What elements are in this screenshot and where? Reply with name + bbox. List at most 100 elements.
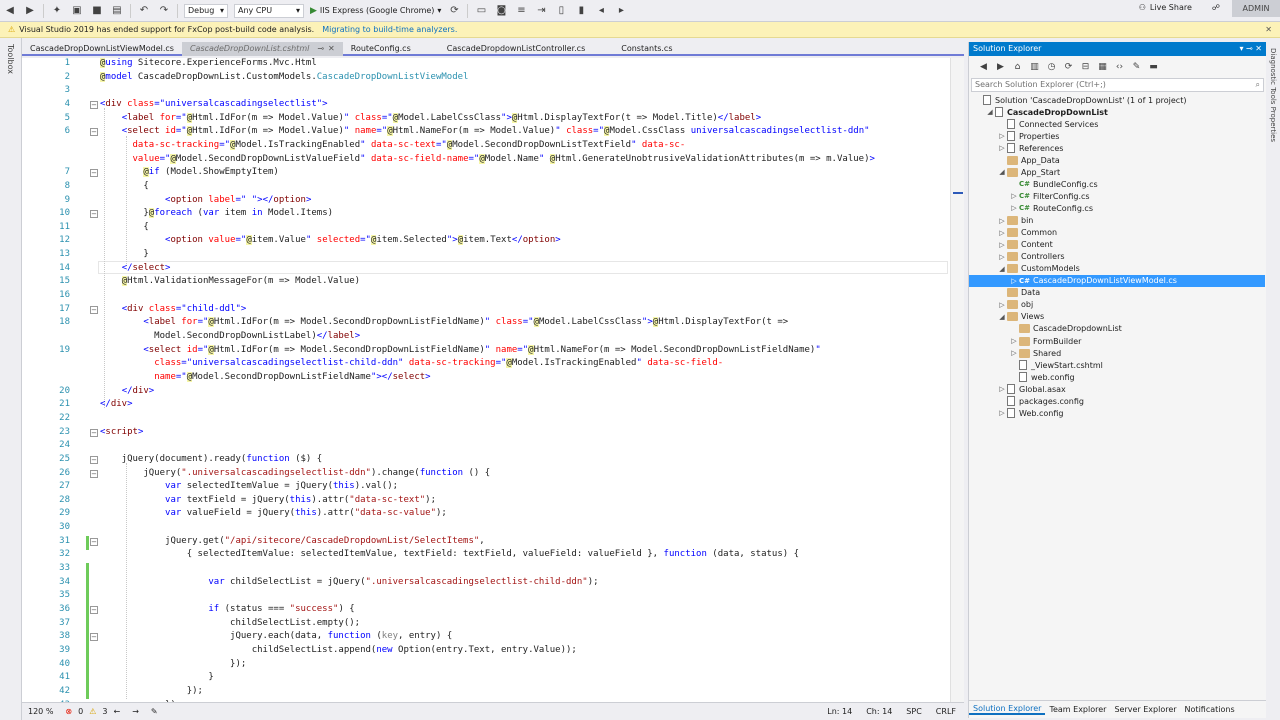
collapse-icon[interactable]: − [90, 128, 98, 137]
tree-node[interactable]: ▷ Content [969, 239, 1265, 251]
nav-back-icon[interactable]: ← [113, 707, 120, 716]
code-line[interactable]: </div> [100, 386, 155, 396]
pin-icon[interactable]: ⊸ [1246, 44, 1253, 53]
collapsed-arrow-icon[interactable]: ▷ [997, 132, 1007, 140]
collapsed-arrow-icon[interactable]: ▷ [997, 241, 1007, 249]
tab-team-explorer[interactable]: Team Explorer [1045, 705, 1110, 714]
code-line[interactable]: childSelectList.empty(); [100, 618, 360, 628]
dropdown-icon[interactable]: ▾ [1239, 44, 1243, 53]
line-ending[interactable]: CRLF [936, 707, 956, 716]
collapsed-arrow-icon[interactable]: ▷ [997, 144, 1007, 152]
user-badge[interactable]: ADMIN [1232, 0, 1280, 17]
tree-node[interactable]: App_Data [969, 154, 1265, 166]
code-line[interactable]: var childSelectList = jQuery(".universal… [100, 577, 598, 587]
collapsed-arrow-icon[interactable]: ▷ [997, 217, 1007, 225]
bookmark-prev-icon[interactable]: ◂ [593, 3, 609, 19]
info-link[interactable]: Migrating to build-time analyzers. [322, 25, 457, 34]
tree-node[interactable]: ◢ Views [969, 311, 1265, 323]
code-line[interactable]: class="universalcascadingselectlist-chil… [100, 358, 723, 369]
code-line[interactable]: <label for="@Html.IdFor(m => Model.Value… [100, 112, 761, 123]
tree-node[interactable]: Connected Services [969, 118, 1265, 130]
code-editor[interactable]: 1 @using Sitecore.ExperienceForms.Mvc.Htm… [22, 58, 964, 702]
screenshot-icon[interactable]: ◙ [493, 3, 509, 19]
code-line[interactable]: <div class="child-ddl"> [100, 304, 247, 314]
bookmark-icon[interactable]: ▮ [573, 3, 589, 19]
collapsed-arrow-icon[interactable]: ▷ [1009, 277, 1019, 285]
collapse-icon[interactable]: − [90, 428, 98, 437]
code-line[interactable]: }); [100, 686, 203, 696]
platform-select[interactable]: Any CPU ▾ [234, 3, 304, 18]
collapse-icon[interactable]: − [90, 537, 98, 546]
code-line[interactable]: var valueField = jQuery(this).attr("data… [100, 508, 447, 518]
code-line[interactable]: childSelectList.append(new Option(entry.… [100, 645, 577, 655]
properties-icon[interactable]: ✎ [1130, 61, 1143, 74]
collapse-icon[interactable]: − [90, 305, 98, 314]
collapse-icon[interactable]: − [90, 210, 98, 219]
expanded-arrow-icon[interactable]: ◢ [997, 313, 1007, 321]
code-line[interactable]: <div class="universalcascadingselectlist… [100, 99, 328, 109]
nav-forward-icon[interactable]: → [132, 707, 139, 716]
collapse-icon[interactable]: − [90, 455, 98, 464]
tree-node[interactable]: ◢ App_Start [969, 166, 1265, 178]
tree-node[interactable]: ▷ C# FilterConfig.cs [969, 190, 1265, 202]
collapsed-arrow-icon[interactable]: ▷ [997, 385, 1007, 393]
back-icon[interactable]: ◀ [977, 61, 990, 74]
refresh-icon[interactable]: ⟳ [446, 3, 462, 19]
code-line[interactable]: var textField = jQuery(this).attr("data-… [100, 495, 436, 505]
code-line[interactable]: <select id="@Html.IdFor(m => Model.Value… [100, 126, 870, 137]
tab-controller[interactable]: CascadeDropdownListController.cs [439, 42, 594, 56]
warning-count[interactable]: 3 [102, 707, 107, 716]
undo-icon[interactable]: ↶ [136, 3, 152, 19]
tree-node[interactable]: ▷ Properties [969, 130, 1265, 142]
tab-solution-explorer[interactable]: Solution Explorer [969, 704, 1046, 715]
code-line[interactable]: <label for="@Html.IdFor(m => Model.Secon… [100, 317, 788, 328]
code-line[interactable]: name="@Model.SecondDropDownListFieldName… [100, 371, 431, 382]
zoom-level[interactable]: 120 % [28, 707, 53, 716]
code-line[interactable]: @Html.ValidationMessageFor(m => Model.Va… [100, 276, 360, 287]
collapsed-arrow-icon[interactable]: ▷ [997, 253, 1007, 261]
code-line[interactable]: }); [100, 659, 246, 669]
tree-node[interactable]: Data [969, 287, 1265, 299]
expanded-arrow-icon[interactable]: ◢ [997, 168, 1007, 176]
code-line[interactable]: value="@Model.SecondDropDownListValueFie… [100, 153, 875, 164]
solution-search-input[interactable]: Search Solution Explorer (Ctrl+;) ⌕ [971, 78, 1264, 92]
tree-node[interactable]: ▷ Global.asax [969, 383, 1265, 395]
pin-icon[interactable]: ⊸ [317, 44, 324, 53]
tree-node[interactable]: ▷ Common [969, 227, 1265, 239]
run-button[interactable]: ▶ IIS Express (Google Chrome) ▾ [310, 6, 441, 16]
show-all-files-icon[interactable]: ▦ [1096, 61, 1109, 74]
tab-routeconfig[interactable]: RouteConfig.cs [343, 42, 419, 56]
collapsed-arrow-icon[interactable]: ▷ [1009, 349, 1019, 357]
close-icon[interactable]: ✕ [328, 44, 335, 53]
expanded-arrow-icon[interactable]: ◢ [985, 108, 995, 116]
code-line[interactable]: <option value="@item.Value" selected="@i… [100, 235, 561, 246]
collapse-all-icon[interactable]: ⊟ [1079, 61, 1092, 74]
code-line[interactable]: { selectedItemValue: selectedItemValue, … [100, 549, 799, 559]
code-line[interactable]: data-sc-tracking="@Model.IsTrackingEnabl… [100, 139, 685, 150]
new-file-icon[interactable]: ✦ [49, 3, 65, 19]
collapsed-arrow-icon[interactable]: ▷ [997, 229, 1007, 237]
tree-node[interactable]: ▷ FormBuilder [969, 335, 1265, 347]
tree-node[interactable]: web.config [969, 371, 1265, 383]
code-line[interactable]: @if (Model.ShowEmptyItem) [100, 167, 279, 178]
back-icon[interactable]: ◀ [2, 3, 18, 19]
code-line[interactable]: jQuery(".universalcascadingselectlist-dd… [100, 468, 490, 478]
right-tool-strip[interactable]: Diagnostic Tools Properties [1266, 42, 1280, 720]
tab-cshtml[interactable]: CascadeDropDownList.cshtml ⊸ ✕ [181, 42, 343, 56]
tree-node[interactable]: ▷ Web.config [969, 407, 1265, 419]
toolbox-strip[interactable]: Toolbox [0, 38, 22, 720]
tree-node[interactable]: ▷ Controllers [969, 251, 1265, 263]
collapsed-arrow-icon[interactable]: ▷ [1009, 204, 1019, 212]
tree-node[interactable]: packages.config [969, 395, 1265, 407]
tree-node[interactable]: ▷ obj [969, 299, 1265, 311]
collapse-icon[interactable]: − [90, 606, 98, 614]
code-line[interactable]: jQuery(document).ready(function ($) { [100, 454, 323, 464]
close-icon[interactable]: ✕ [1255, 44, 1262, 53]
tree-node[interactable]: ◢ CustomModels [969, 263, 1265, 275]
tab-viewmodel[interactable]: CascadeDropDownListViewModel.cs [22, 42, 182, 56]
tree-node[interactable]: CascadeDropdownList [969, 323, 1265, 335]
code-line[interactable]: <select id="@Html.IdFor(m => Model.Secon… [100, 344, 821, 355]
tree-node[interactable]: ◢ CascadeDropDownList [969, 106, 1265, 118]
save-icon[interactable]: ■ [89, 3, 105, 19]
code-line[interactable]: </div> [100, 399, 133, 409]
